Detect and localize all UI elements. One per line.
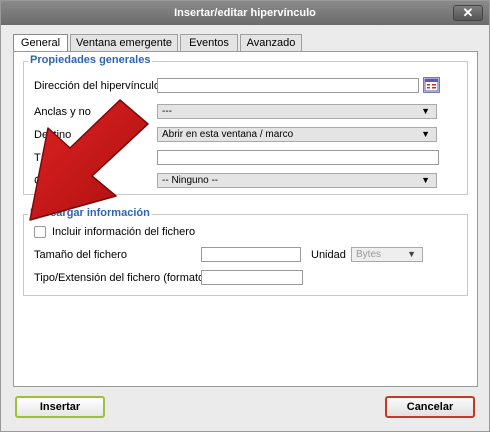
anchors-value: ---: [162, 106, 172, 117]
class-select[interactable]: -- Ninguno -- ▼: [157, 173, 437, 188]
anchors-select[interactable]: --- ▼: [157, 104, 437, 119]
tab-events[interactable]: Eventos: [180, 34, 238, 51]
unit-label: Unidad: [311, 249, 346, 261]
triangle-down-icon: ▼: [421, 129, 430, 139]
anchors-label: Anclas y no: [34, 106, 91, 118]
size-label: Tamaño del fichero: [34, 249, 127, 261]
general-properties-legend: Propiedades generales: [28, 54, 153, 66]
tab-advanced[interactable]: Avanzado: [240, 34, 302, 51]
target-value: Abrir en esta ventana / marco: [162, 129, 294, 140]
close-icon: ✕: [462, 5, 474, 20]
target-label: Destino: [34, 129, 72, 141]
triangle-down-icon: ▼: [421, 106, 430, 116]
insert-label: Insertar: [39, 401, 81, 413]
tab-label: Eventos: [189, 37, 229, 49]
target-select[interactable]: Abrir en esta ventana / marco ▼: [157, 127, 437, 142]
link-browser-icon[interactable]: [423, 77, 440, 93]
class-label: C: [34, 175, 42, 187]
insert-button[interactable]: Insertar: [15, 396, 105, 418]
link-dialog: Insertar/editar hipervínculo ✕ General V…: [0, 0, 490, 432]
tab-label: Avanzado: [246, 37, 296, 49]
general-properties-fieldset: Propiedades generales Dirección del hipe…: [23, 54, 468, 195]
type-label: Tipo/Extensión del fichero (formato): [34, 272, 208, 284]
triangle-down-icon: ▼: [407, 249, 416, 259]
tab-general[interactable]: General: [13, 34, 68, 52]
triangle-down-icon: ▼: [421, 175, 430, 185]
unit-value: Bytes: [356, 249, 382, 260]
include-info-checkbox[interactable]: [34, 226, 46, 238]
url-input[interactable]: [157, 78, 419, 93]
tab-label: Ventana emergente: [75, 37, 173, 49]
close-button[interactable]: ✕: [453, 5, 483, 21]
tab-panel-general: Propiedades generales Dirección del hipe…: [13, 51, 478, 387]
dialog-title: Insertar/editar hipervínculo: [174, 7, 316, 19]
title-label: T: [34, 152, 41, 164]
class-value: -- Ninguno --: [162, 175, 219, 186]
unit-select[interactable]: Bytes ▼: [351, 247, 423, 262]
url-label: Dirección del hipervínculo: [34, 80, 160, 92]
include-info-label: Incluir información del fichero: [52, 226, 196, 238]
dialog-titlebar: Insertar/editar hipervínculo ✕: [1, 1, 489, 25]
download-legend: Descargar información: [28, 207, 152, 219]
tab-label: General: [20, 37, 61, 49]
cancel-button[interactable]: Cancelar: [385, 396, 475, 418]
title-input[interactable]: [157, 150, 439, 165]
tab-popup[interactable]: Ventana emergente: [70, 34, 178, 51]
download-fieldset: Descargar información Incluir informació…: [23, 207, 468, 296]
type-input[interactable]: [201, 270, 303, 285]
size-input[interactable]: [201, 247, 301, 262]
cancel-label: Cancelar: [406, 401, 454, 413]
